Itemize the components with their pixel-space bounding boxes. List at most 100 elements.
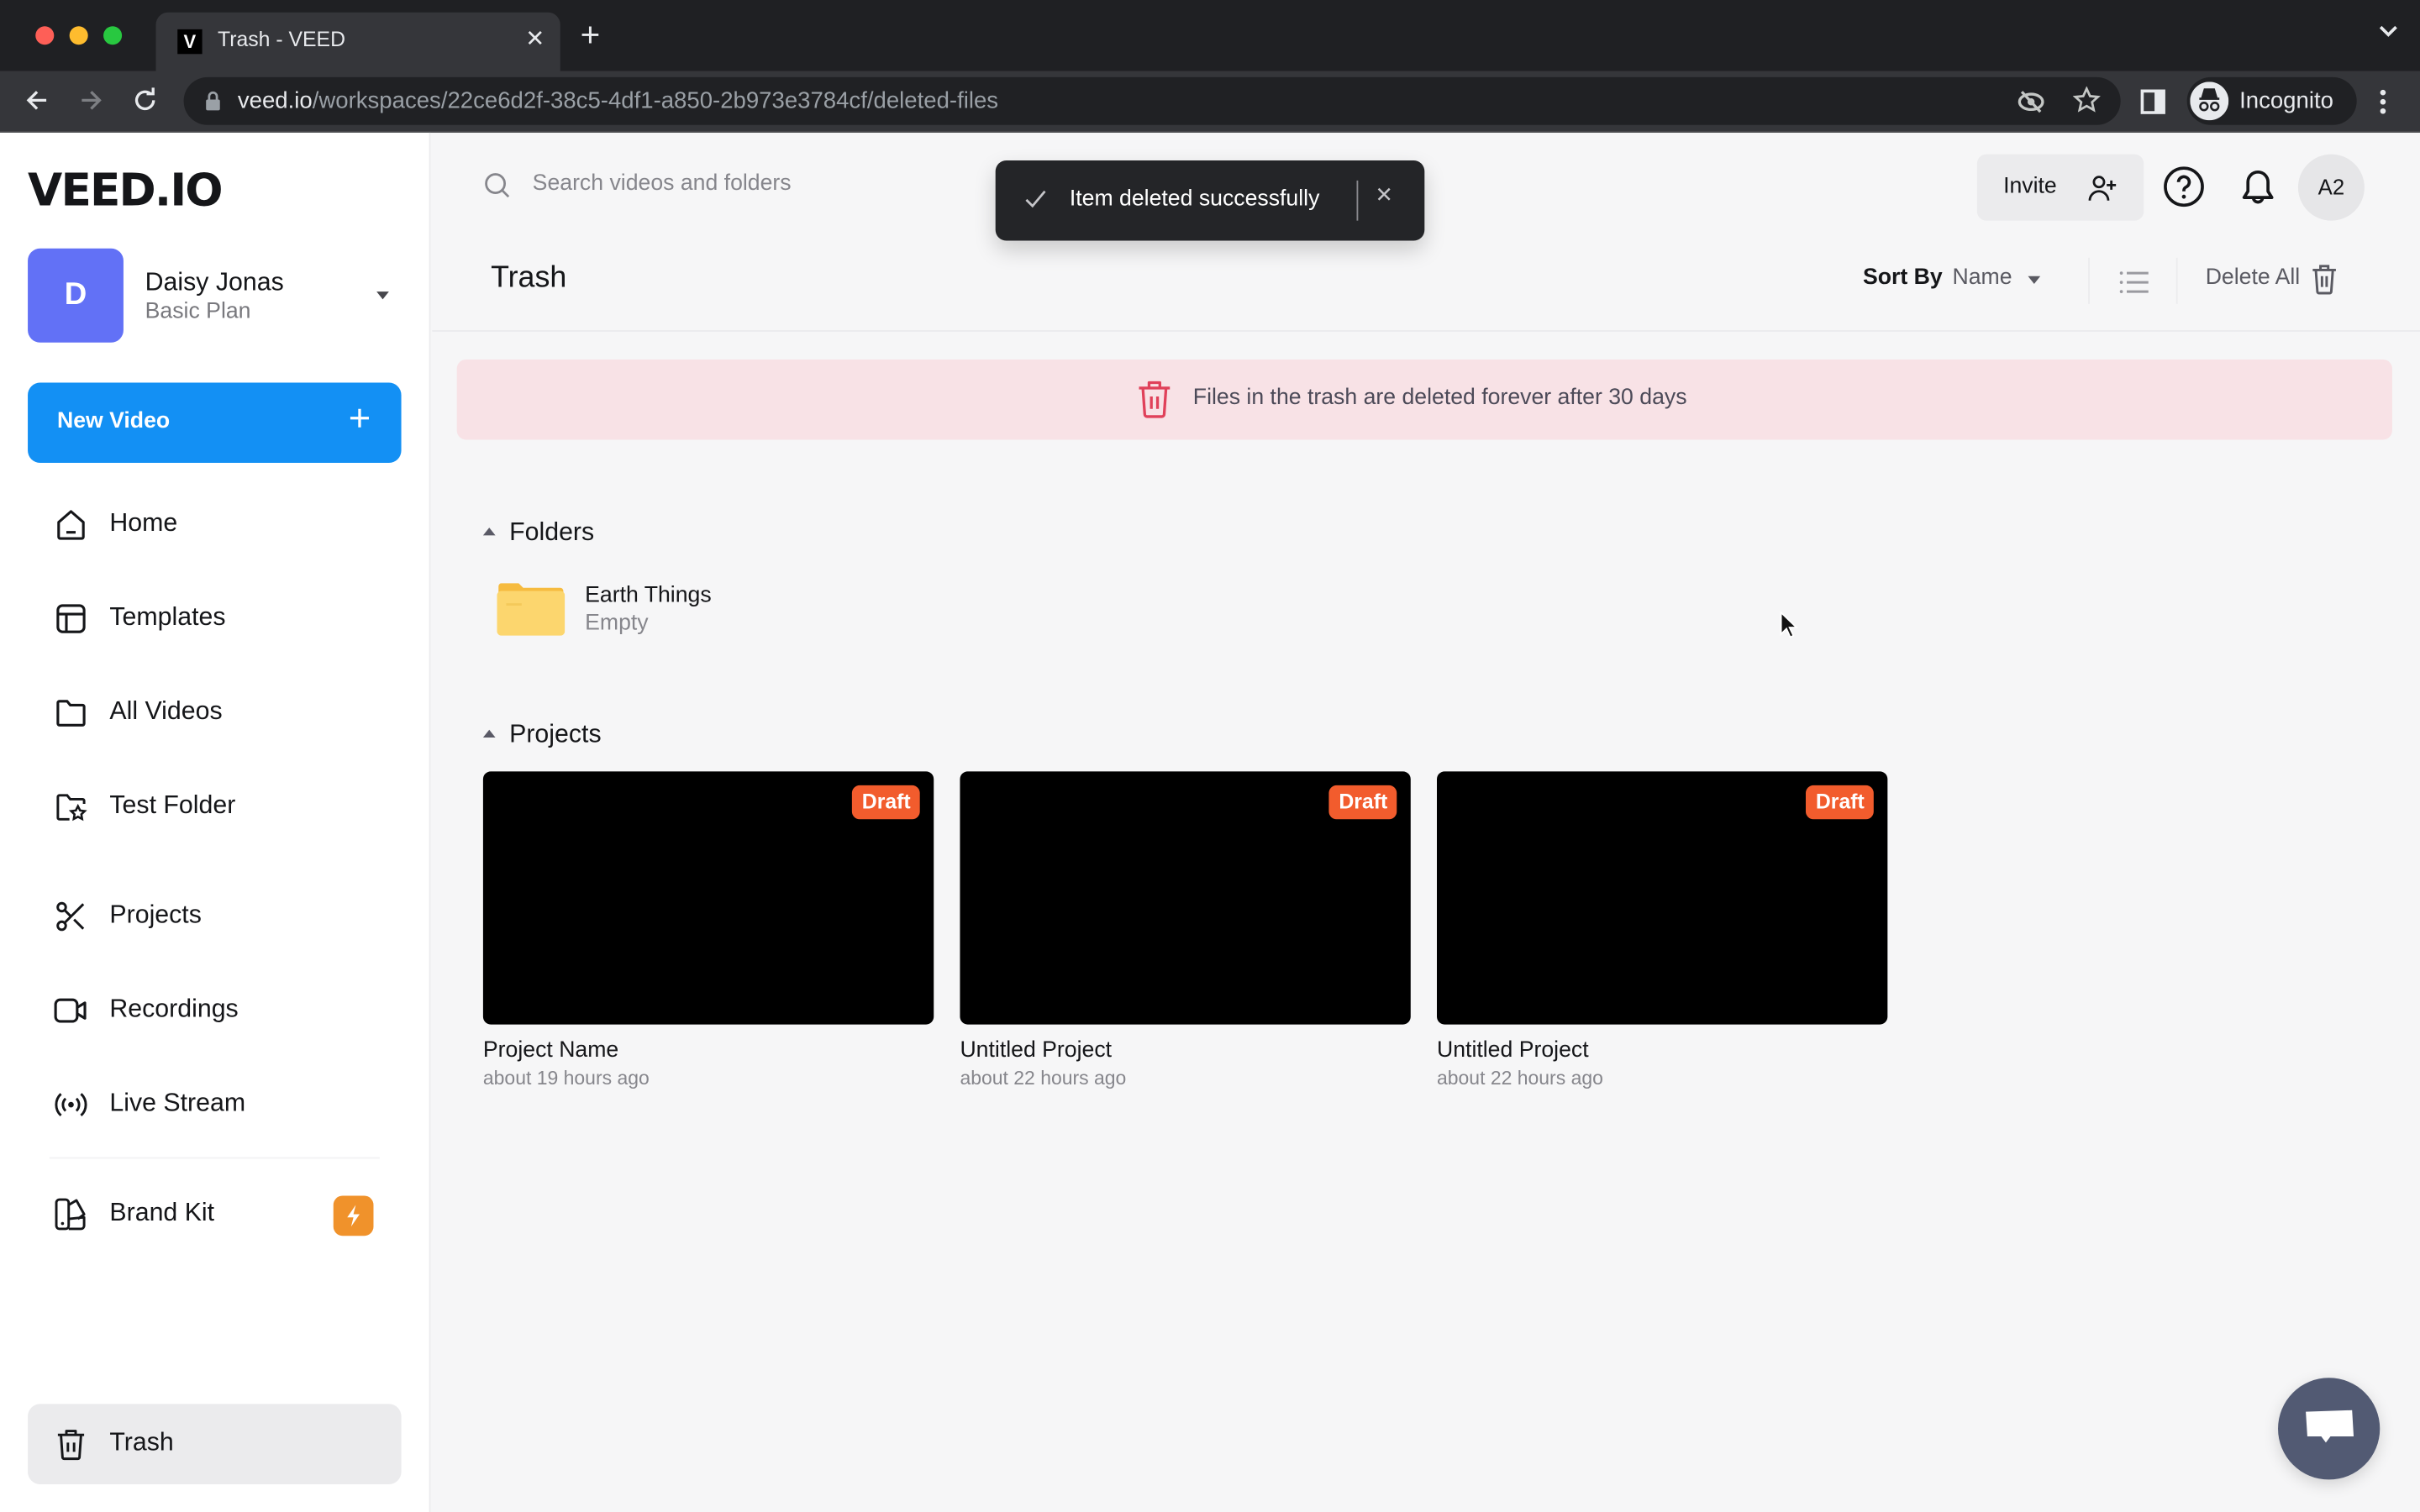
project-card[interactable]: Draft Untitled Project about 22 hours ag… — [960, 771, 1411, 1095]
brand-kit-icon — [54, 1197, 87, 1231]
divider — [2088, 257, 2090, 304]
account-avatar[interactable]: A2 — [2297, 154, 2365, 221]
lock-icon — [205, 91, 220, 111]
projects-heading: Projects — [509, 720, 602, 748]
new-video-label: New Video — [56, 408, 171, 434]
workspace-avatar: D — [28, 248, 124, 343]
search-input[interactable] — [529, 170, 962, 198]
broadcast-icon — [54, 1088, 87, 1121]
projects-section-toggle[interactable]: Projects — [482, 720, 602, 750]
checkmark-icon — [1023, 188, 1048, 210]
trash-icon — [54, 1427, 87, 1461]
sidebar-item-label: All Videos — [109, 697, 223, 726]
side-panel-icon[interactable] — [2140, 89, 2165, 114]
list-view-icon[interactable] — [2119, 270, 2150, 294]
banner-text: Files in the trash are deleted forever a… — [1192, 386, 1687, 411]
page-title: Trash — [491, 260, 567, 295]
window-maximize-button[interactable] — [103, 26, 123, 45]
success-toast: Item deleted successfully ✕ — [995, 160, 1425, 241]
lightning-icon — [333, 1195, 374, 1236]
sidebar: VEED.IO D Daisy Jonas Basic Plan New Vid… — [0, 132, 431, 1512]
browser-menu-icon[interactable] — [2378, 88, 2387, 116]
eye-off-icon[interactable] — [2018, 88, 2045, 116]
window-close-button[interactable] — [35, 26, 55, 45]
templates-icon — [54, 601, 87, 635]
bookmark-star-icon[interactable] — [2072, 86, 2101, 114]
sidebar-item-templates[interactable]: Templates — [28, 579, 401, 659]
sidebar-item-trash[interactable]: Trash — [28, 1404, 402, 1484]
sidebar-item-all-videos[interactable]: All Videos — [28, 673, 401, 753]
trash-info-banner: Files in the trash are deleted forever a… — [456, 359, 2392, 440]
chat-bubble-icon — [2306, 1410, 2354, 1443]
trash-icon — [2311, 264, 2338, 295]
caret-down-icon[interactable] — [376, 291, 389, 300]
delete-all-label: Delete All — [2205, 265, 2301, 291]
forward-icon[interactable] — [77, 87, 105, 114]
tab-search-chevron-icon[interactable] — [2378, 24, 2398, 39]
reload-icon[interactable] — [131, 87, 159, 114]
toast-close-icon[interactable]: ✕ — [1376, 182, 1394, 208]
project-card[interactable]: Draft Project Name about 19 hours ago — [482, 771, 934, 1095]
collapse-triangle-icon — [482, 729, 496, 738]
sidebar-item-label: Trash — [109, 1428, 174, 1457]
invite-button[interactable]: Invite — [1976, 154, 2144, 221]
sidebar-item-recordings[interactable]: Recordings — [28, 970, 401, 1051]
sidebar-item-label: Test Folder — [109, 791, 236, 820]
workspace-name: Daisy Jonas — [145, 268, 284, 297]
veed-logo[interactable]: VEED.IO — [28, 164, 224, 216]
toast-message: Item deleted successfully — [1069, 186, 1320, 212]
sidebar-item-label: Brand Kit — [109, 1199, 215, 1227]
new-video-button[interactable]: New Video — [28, 382, 402, 464]
url-text: veed.io/workspaces/22ce6d2f-38c5-4df1-a8… — [237, 87, 999, 114]
plus-icon — [349, 407, 371, 429]
folders-heading: Folders — [509, 518, 595, 547]
mouse-cursor-icon — [1780, 611, 1798, 638]
window-minimize-button[interactable] — [69, 26, 88, 45]
collapse-triangle-icon — [482, 528, 496, 536]
incognito-label: Incognito — [2239, 87, 2333, 114]
sort-by-label: Sort By — [1862, 265, 1943, 291]
tab-title: Trash - VEED — [217, 28, 346, 51]
invite-label: Invite — [2003, 174, 2057, 199]
project-title: Untitled Project — [1437, 1038, 1589, 1063]
incognito-profile-button[interactable]: Incognito — [2186, 76, 2357, 125]
sidebar-item-home[interactable]: Home — [28, 485, 401, 565]
browser-tab[interactable]: V Trash - VEED ✕ — [155, 12, 560, 71]
caret-down-icon — [2028, 276, 2041, 284]
folder-icon — [497, 583, 566, 636]
back-icon[interactable] — [24, 87, 51, 114]
sidebar-divider — [49, 1157, 380, 1159]
new-tab-icon[interactable]: + — [581, 18, 601, 52]
help-icon[interactable] — [2162, 165, 2205, 208]
sidebar-item-test-folder[interactable]: Test Folder — [28, 767, 401, 848]
sidebar-item-brand-kit[interactable]: Brand Kit — [28, 1174, 401, 1255]
sidebar-item-label: Recordings — [109, 995, 239, 1023]
folder-name: Earth Things — [585, 583, 712, 608]
draft-badge: Draft — [1806, 785, 1874, 820]
tab-close-icon[interactable]: ✕ — [525, 24, 544, 52]
project-thumbnail[interactable]: Draft — [1437, 771, 1888, 1025]
project-card[interactable]: Draft Untitled Project about 22 hours ag… — [1437, 771, 1888, 1095]
project-title: Project Name — [482, 1038, 619, 1063]
project-thumbnail[interactable]: Draft — [482, 771, 934, 1025]
incognito-icon — [2190, 81, 2229, 121]
chat-support-button[interactable] — [2278, 1378, 2381, 1480]
project-title: Untitled Project — [960, 1038, 1113, 1063]
sidebar-item-label: Live Stream — [109, 1089, 246, 1117]
home-icon — [54, 507, 87, 541]
search-bar[interactable] — [483, 166, 977, 203]
divider — [2175, 257, 2178, 304]
sidebar-item-live-stream[interactable]: Live Stream — [28, 1064, 401, 1145]
address-bar[interactable]: veed.io/workspaces/22ce6d2f-38c5-4df1-a8… — [183, 76, 2121, 125]
project-thumbnail[interactable]: Draft — [960, 771, 1411, 1025]
folders-section-toggle[interactable]: Folders — [482, 518, 595, 548]
sidebar-item-projects[interactable]: Projects — [28, 876, 401, 957]
notifications-bell-icon[interactable] — [2238, 165, 2278, 208]
workspace-plan: Basic Plan — [145, 299, 251, 324]
project-timestamp: about 22 hours ago — [1437, 1068, 1603, 1089]
folder-item[interactable]: Earth Things Empty — [494, 574, 802, 648]
sidebar-item-label: Projects — [109, 900, 202, 929]
draft-badge: Draft — [852, 785, 920, 820]
sidebar-item-label: Home — [109, 509, 178, 538]
sort-by-value[interactable]: Name — [1952, 265, 2012, 290]
